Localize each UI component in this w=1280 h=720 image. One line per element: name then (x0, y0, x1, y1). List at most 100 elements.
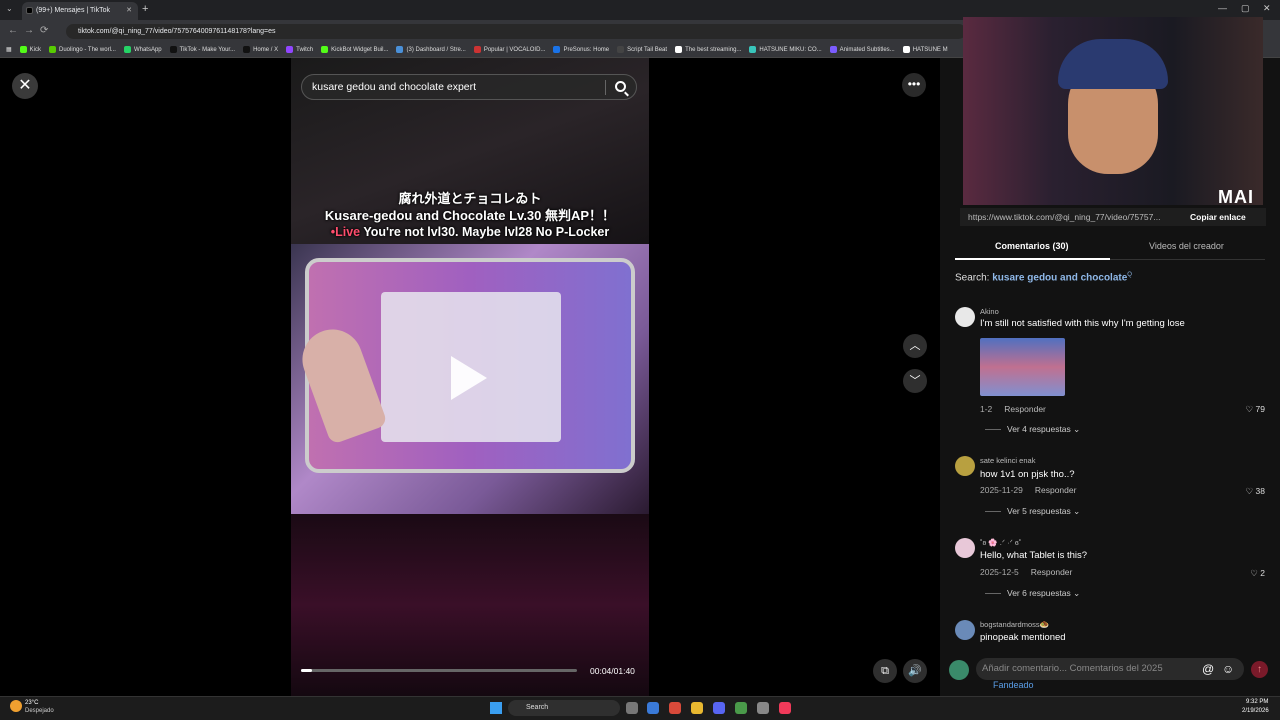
tab-close-icon[interactable]: ✕ (126, 2, 132, 20)
taskbar-search[interactable]: Search (508, 700, 620, 716)
new-tab-icon[interactable]: + (142, 3, 148, 15)
bookmark-item[interactable]: Script Tail Beat (617, 46, 667, 53)
bookmark-item[interactable]: Duolingo - The worl... (49, 46, 116, 53)
bookmark-item[interactable]: (3) Dashboard / Stre... (396, 46, 466, 53)
emoji-icon[interactable]: ☺ (1222, 662, 1234, 676)
bookmark-item[interactable]: Twitch (286, 46, 313, 53)
bookmark-label: KickBot Widget Buil... (331, 46, 389, 53)
close-window-icon[interactable]: ✕ (1263, 3, 1271, 14)
search-input[interactable]: kusare gedou and chocolate expert (301, 74, 637, 100)
bookmark-item[interactable]: KickBot Widget Buil... (321, 46, 388, 53)
related-search-term[interactable]: kusare gedou and chocolate (992, 272, 1127, 283)
bookmark-item[interactable]: PreSonus: Home (553, 46, 609, 53)
discord-icon[interactable] (713, 702, 725, 714)
search-query-text: kusare gedou and chocolate expert (312, 81, 477, 93)
send-button[interactable]: ↑ (1251, 661, 1268, 678)
bookmark-favicon-icon (19, 46, 27, 53)
bookmark-label: WhatsApp (133, 46, 162, 53)
mention-icon[interactable]: @ (1202, 662, 1214, 676)
clock-time[interactable]: 9:32 PM (1246, 699, 1268, 705)
task-view-icon[interactable] (626, 702, 638, 714)
caption-note-text: You're not lvl30. Maybe lvl28 No P-Locke… (360, 225, 610, 239)
bookmark-label: Popular | VOCALOID... (483, 46, 546, 53)
reply-button[interactable]: Responder (1004, 404, 1046, 414)
apps-grid-icon[interactable]: ▦ (6, 46, 12, 53)
comment-username[interactable]: sate kelinci enak (980, 456, 1035, 465)
caption-english-title: Kusare-gedou and Chocolate Lv.30 無判AP！！ (324, 208, 616, 223)
tab-search-icon[interactable]: ⌄ (6, 4, 13, 13)
bookmark-label: TikTok - Make Your... (179, 46, 236, 53)
bookmark-favicon-icon (286, 46, 294, 53)
stream-overlay-logo: MAI (1218, 187, 1254, 205)
comment-username[interactable]: Akino (980, 307, 999, 316)
url-field[interactable]: tiktok.com/@qi_ning_77/video/75757640097… (66, 24, 966, 39)
comment-text: Hello, what Tablet is this? (980, 550, 1088, 561)
video-caption: 腐れ外道とチョコレゐト Kusare-gedou and Chocolate L… (291, 190, 649, 241)
bookmark-favicon-icon (123, 46, 131, 53)
comment-item: bogstandardmoss🧆 pinopeak mentioned (955, 620, 1265, 648)
file-explorer-icon[interactable] (691, 702, 703, 714)
nav-buttons[interactable]: ←→⟳ (8, 25, 54, 36)
related-search-prefix: Search: (955, 272, 990, 284)
settings-icon[interactable] (757, 702, 769, 714)
avatar[interactable] (955, 307, 975, 327)
next-video-button[interactable]: ﹀ (903, 369, 927, 393)
comment-image-attachment[interactable] (980, 338, 1065, 396)
more-options-button[interactable]: ••• (902, 73, 926, 97)
copy-link-button[interactable]: Copiar enlace (1190, 208, 1246, 226)
reply-button[interactable]: Responder (1031, 567, 1073, 577)
browser-tab[interactable]: (99+) Mensajes | TikTok ✕ (22, 2, 138, 20)
minimize-icon[interactable]: — (1218, 3, 1227, 13)
caption-japanese-title: 腐れ外道とチョコレゐト (398, 191, 542, 206)
avatar[interactable] (955, 620, 975, 640)
avatar[interactable] (955, 456, 975, 476)
bookmark-favicon-icon (473, 46, 481, 53)
view-replies-button[interactable]: Ver 6 respuestas ⌄ (985, 588, 1080, 599)
bookmark-favicon-icon (675, 46, 683, 53)
like-count[interactable]: ♡ 2 (1250, 568, 1265, 579)
bookmark-item[interactable]: Animated Subtitles... (829, 46, 895, 53)
view-replies-button[interactable]: Ver 5 respuestas ⌄ (985, 506, 1080, 517)
taskbar-search-label: Search (526, 704, 549, 711)
maximize-icon[interactable]: ▢ (1241, 3, 1250, 14)
progress-bar[interactable] (301, 669, 577, 672)
weather-icon[interactable] (10, 700, 22, 712)
search-icon[interactable] (615, 81, 626, 92)
bookmark-item[interactable]: Kick (19, 46, 41, 53)
bookmark-item[interactable]: Popular | VOCALOID... (473, 46, 546, 53)
bookmark-item[interactable]: TikTok - Make Your... (169, 46, 236, 53)
bookmark-item[interactable]: HATSUNE M (902, 46, 948, 53)
previous-video-button[interactable]: ︿ (903, 334, 927, 358)
related-search[interactable]: Search: kusare gedou and chocolateQ (955, 272, 1132, 283)
bookmark-item[interactable]: HATSUNE MIKU: CO... (749, 46, 822, 53)
bookmark-favicon-icon (49, 46, 57, 53)
play-icon[interactable] (451, 356, 487, 400)
bookmark-label: The best streaming... (685, 46, 742, 53)
comment-username[interactable]: bogstandardmoss🧆 (980, 620, 1049, 629)
volume-icon[interactable]: 🔊 (903, 659, 927, 683)
reply-button[interactable]: Responder (1035, 485, 1077, 495)
windows-start-icon[interactable] (490, 702, 502, 714)
video-player[interactable]: 腐れ外道とチョコレゐト Kusare-gedou and Chocolate L… (291, 58, 649, 696)
close-video-button[interactable]: ✕ (12, 73, 38, 99)
bookmark-item[interactable]: Home / X (243, 46, 278, 53)
chrome-icon[interactable] (735, 702, 747, 714)
comment-item: sate kelinci enak how 1v1 on pjsk tho..?… (955, 456, 1265, 516)
tab-creator-videos[interactable]: Videos del creador (1149, 241, 1224, 251)
tab-comments[interactable]: Comentarios (30) (995, 241, 1069, 251)
floating-player-icon[interactable]: ⧉ (873, 659, 897, 683)
bookmark-item[interactable]: WhatsApp (123, 46, 162, 53)
like-count[interactable]: ♡ 38 (1246, 486, 1265, 497)
music-app-icon[interactable] (779, 702, 791, 714)
bookmark-item[interactable]: The best streaming... (675, 46, 741, 53)
opera-icon[interactable] (669, 702, 681, 714)
bookmark-label: HATSUNE M (912, 46, 948, 53)
edge-icon[interactable] (647, 702, 659, 714)
avatar[interactable] (955, 538, 975, 558)
view-replies-button[interactable]: Ver 4 respuestas ⌄ (985, 424, 1080, 435)
like-count[interactable]: ♡ 79 (1246, 404, 1265, 415)
bookmark-label: PreSonus: Home (563, 46, 610, 53)
caption-live-tag: •Live (330, 225, 361, 239)
comment-username[interactable]: ˚ʚ 🌸 .ᐟ ·ᐟ ɞ˚ (980, 538, 1021, 547)
clock-date[interactable]: 2/19/2026 (1242, 708, 1269, 714)
